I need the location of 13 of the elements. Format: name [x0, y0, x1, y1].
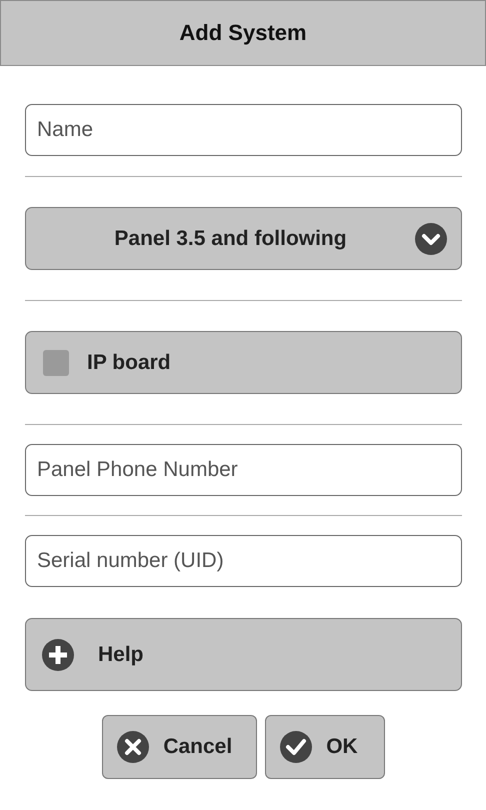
chevron-down-icon — [415, 222, 447, 254]
check-icon — [280, 731, 312, 763]
panel-dropdown[interactable]: Panel 3.5 and following — [25, 207, 462, 270]
plus-icon — [42, 638, 74, 670]
name-field[interactable]: Name — [25, 104, 462, 156]
header-title: Add System — [179, 20, 307, 46]
close-icon — [117, 731, 150, 763]
cancel-button[interactable]: Cancel — [102, 715, 258, 779]
phone-field[interactable]: Panel Phone Number — [25, 444, 462, 496]
ip-board-checkbox[interactable]: IP board — [25, 331, 462, 394]
help-button[interactable]: Help — [25, 618, 462, 691]
ok-button[interactable]: OK — [265, 715, 385, 779]
serial-field[interactable]: Serial number (UID) — [25, 535, 462, 587]
